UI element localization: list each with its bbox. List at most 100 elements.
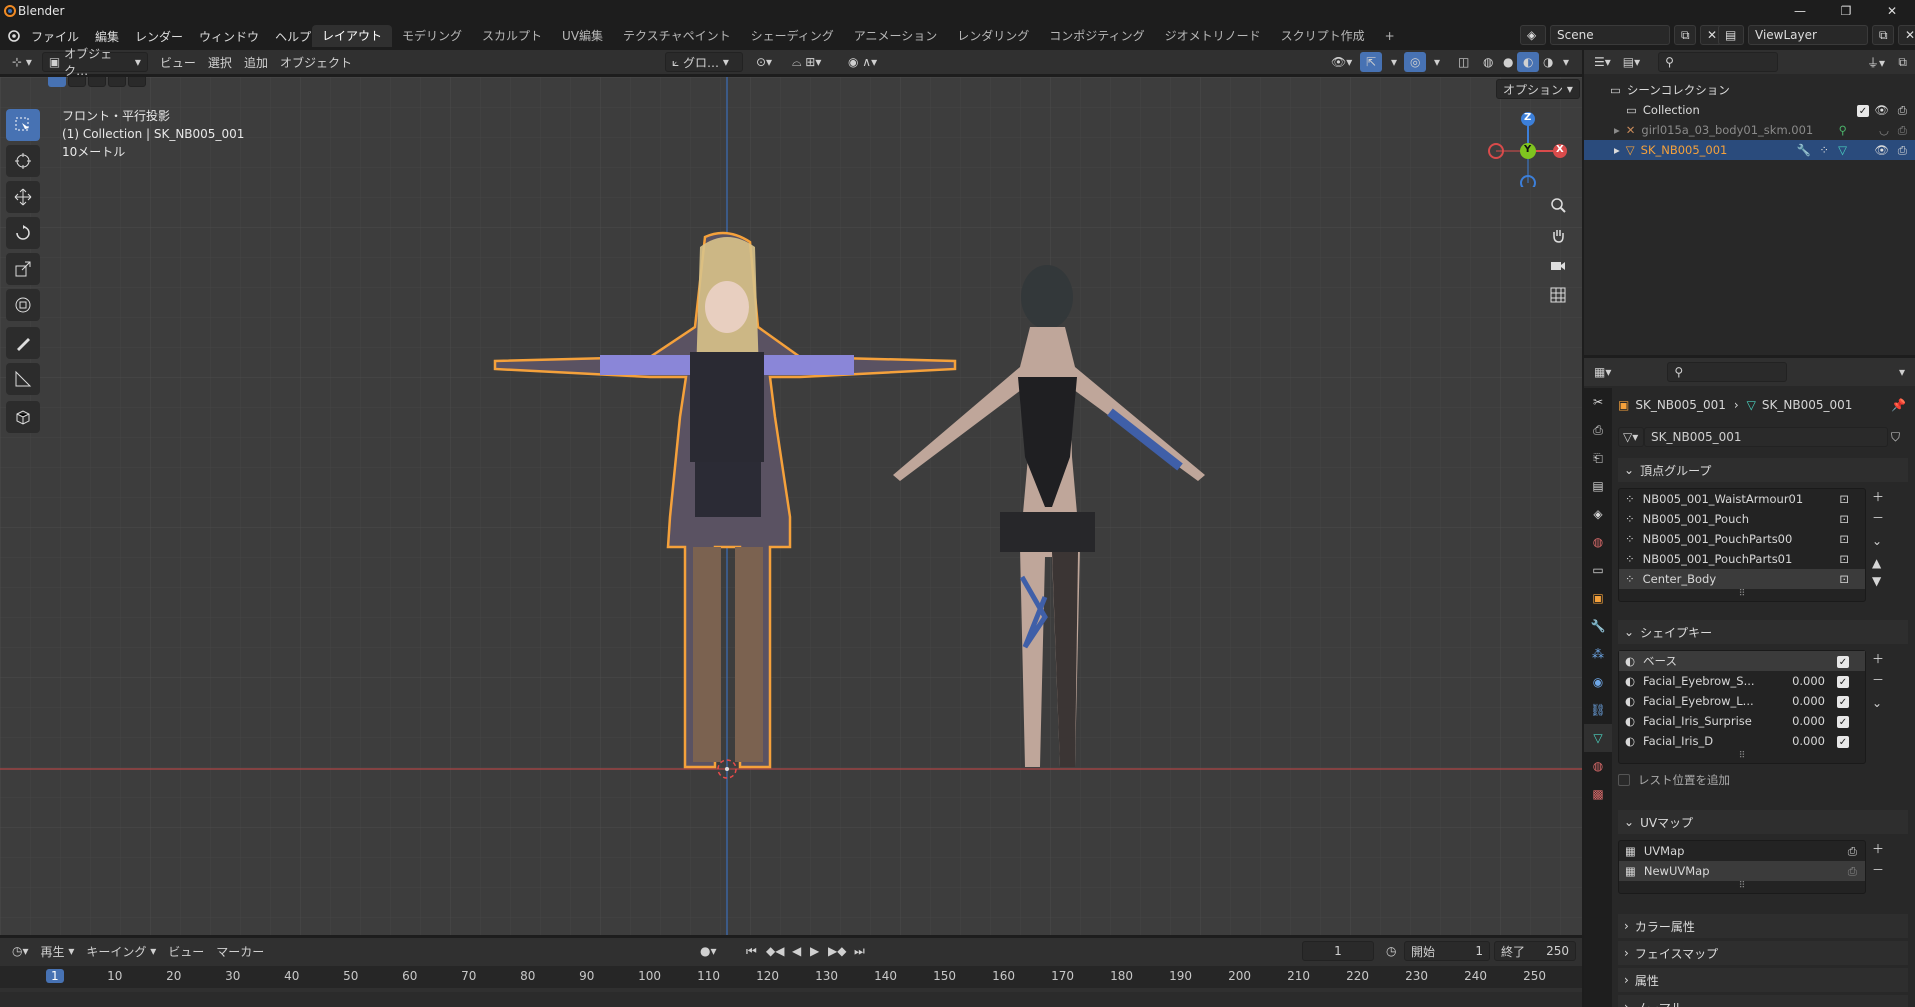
collection-tab-icon[interactable]: ▭: [1584, 556, 1612, 584]
editor-type-icon[interactable]: ⊹ ▾: [6, 52, 38, 72]
measure-tool[interactable]: [6, 363, 40, 395]
vertex-groups-icon[interactable]: ⁘: [1819, 143, 1829, 157]
select-invert-icon[interactable]: [108, 77, 126, 87]
scene-icon[interactable]: ◈: [1520, 25, 1546, 45]
mesh-camera-icon[interactable]: ⎙: [1898, 143, 1907, 158]
shape-key-row[interactable]: ◐ Facial_Iris_Surprise 0.000 ✓: [1619, 711, 1865, 731]
properties-dropdown-icon[interactable]: ▾: [1893, 362, 1911, 382]
move-up-icon[interactable]: ▲: [1872, 556, 1884, 570]
mesh-datablock-icon[interactable]: ▽▾: [1618, 427, 1644, 447]
timeline-track-area[interactable]: [0, 992, 1582, 1007]
shape-key-checkbox[interactable]: ✓: [1837, 694, 1849, 709]
new-view-layer-icon[interactable]: ⧉: [1872, 25, 1894, 45]
uv-map-row[interactable]: ▦ NewUVMap ⎙: [1619, 861, 1865, 881]
expand-arrow-icon[interactable]: ▸: [1614, 143, 1620, 157]
menu-add[interactable]: 追加: [238, 52, 274, 72]
lock-icon[interactable]: ⊡: [1839, 552, 1849, 566]
vertex-groups-header[interactable]: ⌄ 頂点グループ: [1618, 458, 1908, 482]
shape-key-checkbox[interactable]: ✓: [1837, 674, 1849, 689]
tab-animation[interactable]: アニメーション: [844, 25, 948, 47]
view-layer-tab-icon[interactable]: ▤: [1584, 472, 1612, 500]
shape-key-value[interactable]: 0.000: [1792, 674, 1825, 688]
shape-key-row[interactable]: ◐ Facial_Eyebrow_L... 0.000 ✓: [1619, 691, 1865, 711]
shape-key-checkbox[interactable]: ✓: [1837, 654, 1849, 669]
menu-file[interactable]: ファイル: [23, 28, 87, 45]
proportional-edit-icon[interactable]: ◉ ∧▾: [842, 52, 883, 72]
collection-checkbox[interactable]: ✓: [1857, 103, 1869, 118]
snap-icon[interactable]: ⌓ ⊞▾: [786, 52, 827, 72]
outliner-row-mesh[interactable]: ▸ ▽ SK_NB005_001 🔧 ⁘ ▽ 👁 ⎙: [1584, 140, 1915, 160]
fake-user-shield-icon[interactable]: ⛉: [1888, 427, 1908, 447]
tab-layout[interactable]: レイアウト: [312, 25, 393, 47]
shape-key-checkbox[interactable]: ✓: [1837, 714, 1849, 729]
add-rest-position-row[interactable]: レスト位置を追加: [1618, 772, 1908, 788]
mesh-data-tab-icon[interactable]: ▽: [1584, 724, 1612, 752]
move-down-icon[interactable]: ▼: [1872, 574, 1884, 588]
gizmo-dropdown-icon[interactable]: ▾: [1385, 52, 1403, 72]
menu-timeline-view[interactable]: ビュー: [162, 941, 210, 961]
attributes-header[interactable]: › 属性: [1618, 968, 1908, 992]
collection-eye-icon[interactable]: 👁: [1874, 103, 1889, 117]
select-extend-icon[interactable]: [68, 77, 86, 87]
constraints-tab-icon[interactable]: ⛓: [1584, 696, 1612, 724]
outliner-search-input[interactable]: ⚲: [1658, 52, 1779, 72]
vertex-group-row[interactable]: ⁘ NB005_001_PouchParts00 ⊡: [1619, 529, 1865, 549]
view-layer-name-field[interactable]: ViewLayer: [1748, 25, 1868, 45]
menu-edit[interactable]: 編集: [87, 28, 127, 45]
menu-render[interactable]: レンダー: [127, 28, 191, 45]
shape-keys-header[interactable]: ⌄ シェイプキー: [1618, 620, 1908, 644]
properties-search-input[interactable]: ⚲: [1667, 362, 1788, 382]
add-vertex-group-button[interactable]: ＋: [1872, 488, 1884, 505]
mesh-eye-icon[interactable]: 👁: [1874, 143, 1889, 157]
transform-tool[interactable]: [6, 289, 40, 321]
transform-orientation-dropdown[interactable]: ⟀ グロ… ▾: [665, 52, 743, 72]
shape-key-specials-icon[interactable]: ⌄: [1872, 696, 1884, 710]
maximize-button[interactable]: ❐: [1823, 0, 1869, 22]
uv-maps-header[interactable]: ⌄ UVマップ: [1618, 810, 1908, 834]
select-subtract-icon[interactable]: [88, 77, 106, 87]
render-tab-icon[interactable]: ⎙: [1584, 416, 1612, 444]
menu-marker[interactable]: マーカー: [210, 941, 270, 961]
minimize-button[interactable]: —: [1777, 0, 1823, 22]
tab-texture-paint[interactable]: テクスチャペイント: [613, 25, 741, 47]
outliner-editor-type-icon[interactable]: ☰▾: [1588, 52, 1617, 72]
shape-key-value[interactable]: 0.000: [1792, 734, 1825, 748]
menu-window[interactable]: ウィンドウ: [191, 28, 267, 45]
preview-range-icon[interactable]: ◷: [1380, 941, 1402, 961]
uv-map-row[interactable]: ▦ UVMap ⎙: [1619, 841, 1865, 861]
texture-tab-icon[interactable]: ▩: [1584, 780, 1612, 808]
expand-arrow-icon[interactable]: ▸: [1614, 123, 1620, 137]
visibility-icon[interactable]: 👁▾: [1325, 52, 1358, 72]
overlay-dropdown-icon[interactable]: ▾: [1428, 52, 1446, 72]
render-camera-icon[interactable]: ⎙: [1848, 864, 1857, 879]
filter-icon[interactable]: ⏚▾: [1861, 52, 1891, 72]
tool-tab-icon[interactable]: ✂: [1584, 388, 1612, 416]
tab-geometry-nodes[interactable]: ジオメトリノード: [1155, 25, 1271, 47]
scene-name-field[interactable]: Scene: [1550, 25, 1670, 45]
menu-object[interactable]: オブジェクト: [274, 52, 358, 72]
list-resize-handle[interactable]: ⠿: [1619, 751, 1865, 763]
rotate-tool[interactable]: [6, 217, 40, 249]
normals-header[interactable]: › ノーマル: [1618, 995, 1908, 1007]
add-cube-tool[interactable]: [6, 401, 40, 433]
zoom-icon[interactable]: [1544, 191, 1572, 219]
menu-playback[interactable]: 再生 ▾: [35, 941, 81, 961]
add-uv-map-button[interactable]: ＋: [1872, 840, 1884, 857]
lock-icon[interactable]: ⊡: [1839, 572, 1849, 586]
outliner-row-armature[interactable]: ▸ ✕ girl015a_03_body01_skm.001 ⚲ ◡ ⎙: [1584, 120, 1915, 140]
display-mode-icon[interactable]: ▤▾: [1617, 52, 1646, 72]
overlay-toggle-icon[interactable]: ◎: [1404, 52, 1427, 72]
mesh-name-field[interactable]: SK_NB005_001: [1644, 427, 1888, 447]
cursor-tool[interactable]: [6, 145, 40, 177]
physics-tab-icon[interactable]: ◉: [1584, 668, 1612, 696]
active-render-camera-icon[interactable]: ⎙: [1848, 844, 1857, 859]
select-new-icon[interactable]: [48, 77, 66, 87]
pivot-point-icon[interactable]: ⊙▾: [750, 52, 778, 72]
mode-dropdown[interactable]: ▣ オブジェク… ▾: [41, 47, 148, 78]
mesh-data-icon[interactable]: ▽: [1838, 143, 1847, 157]
tab-scripting[interactable]: スクリプト作成: [1271, 25, 1375, 47]
xray-toggle-icon[interactable]: ◫: [1452, 52, 1475, 72]
modifier-wrench-icon[interactable]: 🔧: [1797, 143, 1811, 157]
vertex-group-row[interactable]: ⁘ Center_Body ⊡: [1619, 569, 1865, 589]
lock-icon[interactable]: ⊡: [1839, 512, 1849, 526]
